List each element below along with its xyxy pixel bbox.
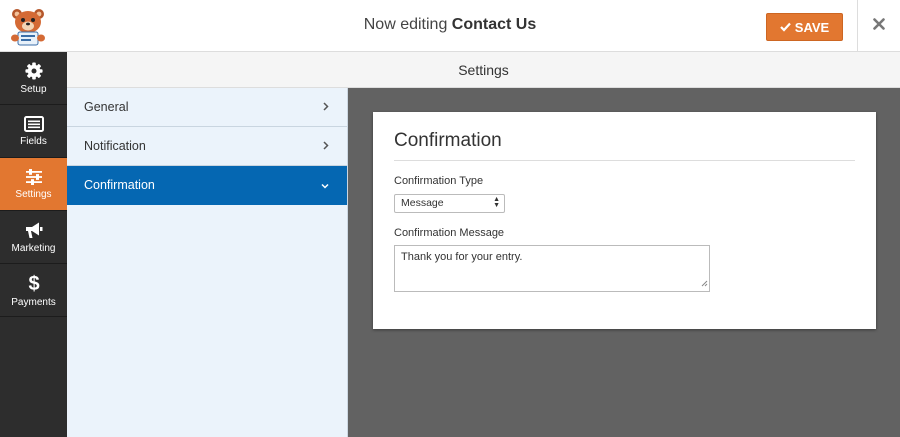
panel-label-confirmation: Confirmation <box>84 178 155 192</box>
panel-item-general[interactable]: General <box>67 88 347 127</box>
gear-icon <box>24 61 43 84</box>
svg-text:$: $ <box>28 273 39 293</box>
sidebar-label-marketing: Marketing <box>11 242 56 254</box>
sliders-icon <box>25 168 43 189</box>
sidebar-item-settings[interactable]: Settings <box>0 158 67 211</box>
editing-title: Now editing Contact Us <box>0 0 900 52</box>
chevron-right-icon <box>323 139 329 153</box>
close-button[interactable] <box>858 0 900 52</box>
resize-handle-icon[interactable] <box>701 278 708 290</box>
list-icon <box>23 115 44 136</box>
settings-panel-list: General Notification Confirmation <box>67 88 348 437</box>
confirmation-type-select[interactable]: Message ▲ ▼ <box>394 194 505 213</box>
confirmation-title: Confirmation <box>394 130 502 151</box>
top-bar: Now editing Contact Us SAVE <box>0 0 900 52</box>
close-icon <box>873 17 885 35</box>
confirmation-type-value: Message <box>401 197 444 209</box>
select-arrows-icon: ▲ ▼ <box>493 196 500 209</box>
confirmation-message-label: Confirmation Message <box>394 227 505 239</box>
chevron-right-icon <box>323 100 329 114</box>
save-button[interactable]: SAVE <box>766 13 843 41</box>
confirmation-type-label: Confirmation Type <box>394 175 484 187</box>
confirmation-message-textarea[interactable]: Thank you for your entry. <box>394 245 710 292</box>
sidebar-label-setup: Setup <box>20 83 47 95</box>
sidebar-label-settings: Settings <box>15 188 52 200</box>
panel-item-notification[interactable]: Notification <box>67 127 347 166</box>
megaphone-icon <box>24 221 44 243</box>
panel-label-general: General <box>84 100 129 114</box>
checkmark-icon <box>780 20 791 35</box>
settings-header: Settings <box>67 52 900 88</box>
dollar-icon: $ <box>27 273 41 297</box>
confirmation-message-text: Thank you for your entry. <box>401 251 523 263</box>
confirmation-card: Confirmation Confirmation Type Message ▲… <box>373 112 876 329</box>
save-label: SAVE <box>794 19 830 35</box>
sidebar-item-marketing[interactable]: Marketing <box>0 211 67 264</box>
builder-sidebar: Setup Fields Settings Marketing $ Paymen… <box>0 52 67 437</box>
sidebar-item-setup[interactable]: Setup <box>0 52 67 105</box>
panel-item-confirmation[interactable]: Confirmation <box>67 166 347 205</box>
editing-prefix: Now editing <box>363 16 448 33</box>
sidebar-label-fields: Fields <box>20 135 47 147</box>
sidebar-item-fields[interactable]: Fields <box>0 105 67 158</box>
sidebar-item-payments[interactable]: $ Payments <box>0 264 67 317</box>
sidebar-label-payments: Payments <box>11 296 56 308</box>
form-name: Contact Us <box>451 16 537 33</box>
title-divider <box>394 160 855 161</box>
chevron-down-icon <box>321 178 329 192</box>
panel-label-notification: Notification <box>84 139 146 153</box>
